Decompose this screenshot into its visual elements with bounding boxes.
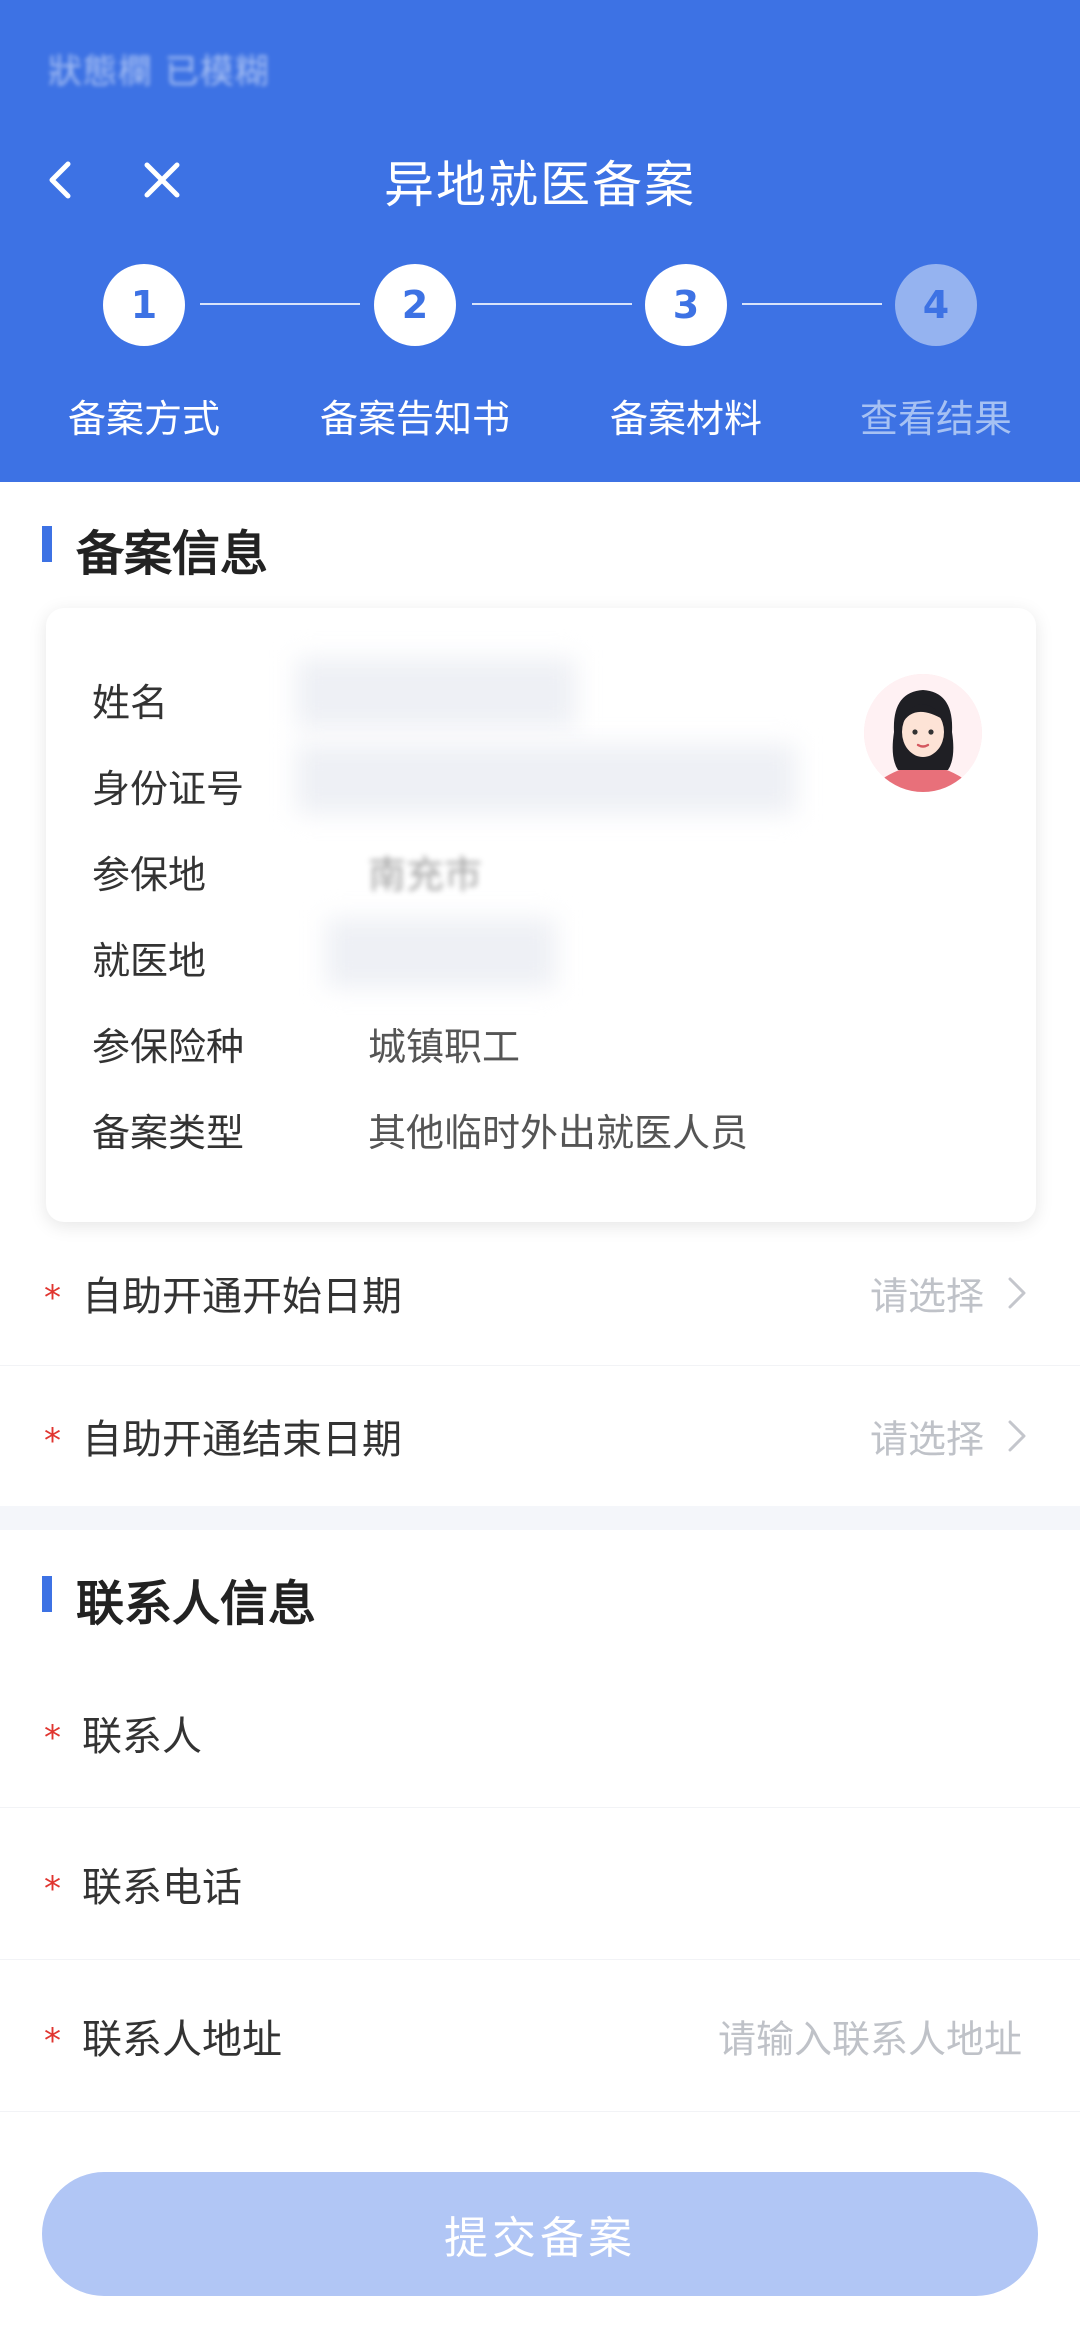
contact-phone-label: 联系电话	[82, 1864, 242, 1911]
section-accent-bar	[42, 1576, 52, 1612]
info-label-id-number: 身份证号	[92, 767, 245, 811]
required-mark: *	[44, 1717, 61, 1758]
end-date-label: 自助开通结束日期	[82, 1417, 402, 1463]
end-date-placeholder: 请选择	[869, 1417, 984, 1462]
contact-address-input[interactable]: 请输入联系人地址	[718, 2008, 1022, 2063]
start-date-label: 自助开通开始日期	[82, 1273, 402, 1320]
redacted-medical-place	[326, 918, 556, 988]
step-connector	[472, 303, 632, 305]
status-bar: 狀態欄 已模糊	[48, 52, 270, 92]
avatar	[864, 674, 982, 792]
step-2-label: 备案告知书	[319, 397, 510, 441]
step-connector	[742, 303, 882, 305]
info-value-insured-place: 南充市	[368, 853, 483, 897]
chevron-right-icon	[1008, 1420, 1026, 1452]
step-4-circle: 4	[895, 264, 977, 346]
contact-name-label: 联系人	[82, 1713, 202, 1760]
info-label-name: 姓名	[92, 681, 169, 725]
info-label-medical-place: 就医地	[92, 939, 207, 983]
end-date-row[interactable]: * 自助开通结束日期 请选择	[0, 1366, 1080, 1506]
info-card: 姓名 身份证号 参保地 就医地 参保险种 备案类型 南充市 城镇职工 其他临时外…	[46, 608, 1036, 1222]
contact-address-row[interactable]: * 联系人地址 请输入联系人地址	[0, 1960, 1080, 2112]
info-value-insurance-type: 城镇职工	[368, 1025, 521, 1069]
step-connector	[200, 303, 360, 305]
contact-name-row[interactable]: * 联系人	[0, 1658, 1080, 1808]
info-label-insurance-type: 参保险种	[92, 1025, 245, 1069]
step-2-circle: 2	[374, 264, 456, 346]
chevron-right-icon	[1008, 1277, 1026, 1308]
record-section-header: 备案信息	[0, 494, 1080, 594]
contact-section-header: 联系人信息	[0, 1544, 1080, 1644]
info-value-record-type: 其他临时外出就医人员	[368, 1111, 749, 1155]
submit-button[interactable]: 提交备案	[42, 2172, 1038, 2296]
redacted-id-number	[296, 744, 796, 814]
required-mark: *	[44, 1868, 61, 1909]
required-mark: *	[44, 1420, 61, 1461]
section-divider	[0, 1506, 1080, 1530]
page-title: 异地就医备案	[384, 156, 696, 214]
contact-address-label: 联系人地址	[82, 2016, 282, 2063]
info-label-record-type: 备案类型	[92, 1111, 245, 1155]
section-accent-bar	[42, 526, 52, 562]
female-avatar-icon	[864, 674, 982, 792]
required-mark: *	[44, 1277, 61, 1318]
step-1-circle: 1	[103, 264, 185, 346]
start-date-row[interactable]: * 自助开通开始日期 请选择	[0, 1220, 1080, 1366]
step-3-label: 备案材料	[609, 397, 762, 441]
section-title: 联系人信息	[76, 1576, 317, 1632]
redacted-name	[296, 658, 576, 728]
step-4-label: 查看结果	[859, 397, 1012, 441]
contact-phone-row[interactable]: * 联系电话	[0, 1808, 1080, 1960]
step-1-label: 备案方式	[67, 397, 220, 441]
start-date-placeholder: 请选择	[869, 1274, 984, 1318]
info-label-insured-place: 参保地	[92, 853, 207, 897]
step-3-circle: 3	[645, 264, 727, 346]
section-title: 备案信息	[76, 526, 269, 582]
required-mark: *	[44, 2020, 61, 2061]
header-bar: 狀態欄 已模糊 异地就医备案 1 2 3 4 备案方式 备案告知书 备案材料 查…	[0, 0, 1080, 482]
